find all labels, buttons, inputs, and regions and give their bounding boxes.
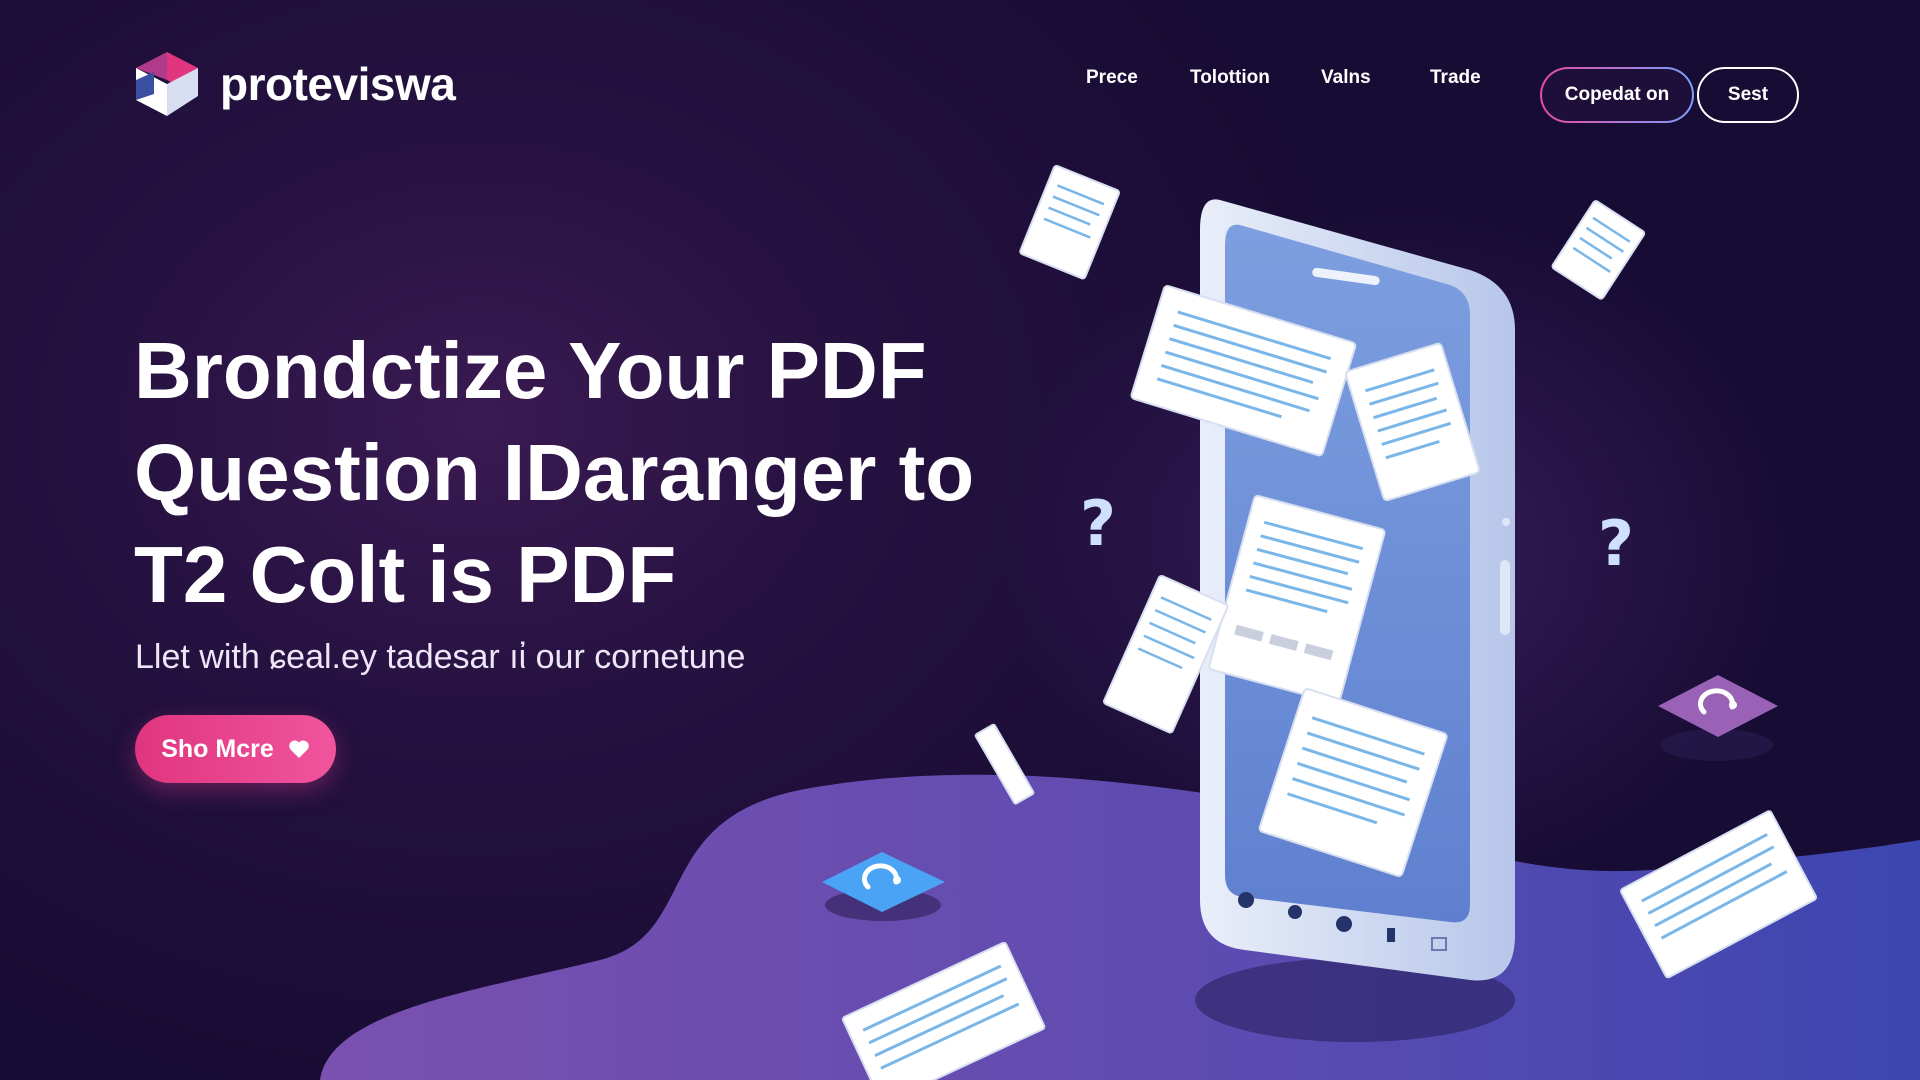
hero-subline: Llet with ɕeal.ey tadesar ıἰ our cornetu… [135,638,746,676]
cta-label: Sho Mcre [161,734,274,763]
brand-name: proteviswa [220,58,456,110]
heart-icon [289,740,309,758]
refresh-tile-icon [1658,675,1778,761]
nav-item-prece[interactable]: Prece [1086,67,1138,89]
hero-headline: Brondctize Your PDF Question ΙDaranger t… [134,320,1034,626]
question-mark-icon: ? [1598,507,1634,580]
copedat-on-button[interactable]: Copedat on [1540,67,1694,123]
nav-item-valns[interactable]: Valns [1321,67,1371,89]
show-more-button[interactable]: Sho Mcre [135,715,336,783]
headline-line-3: T2 Colt is PDF [134,530,677,619]
question-mark-icon: ? [1080,487,1116,560]
nav-item-tolottion[interactable]: Tolottion [1190,67,1270,89]
brand-logo[interactable]: proteviswa [134,50,456,118]
headline-line-1: Brondctize Your PDF [134,326,927,415]
logo-cube-icon [136,52,198,116]
sest-button[interactable]: Sest [1697,67,1799,123]
headline-line-2: Question ΙDaranger to [134,428,975,517]
nav-item-trade[interactable]: Trade [1430,67,1481,89]
